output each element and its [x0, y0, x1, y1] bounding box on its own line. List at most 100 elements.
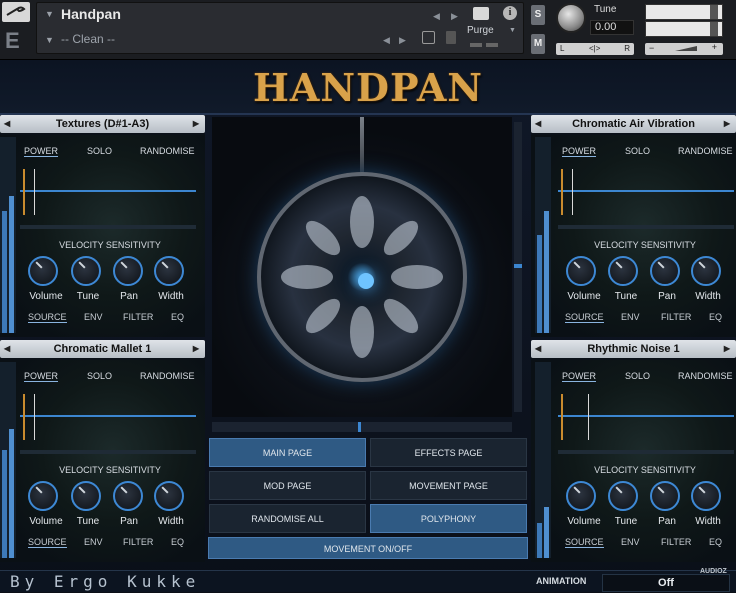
pan-knob[interactable] — [650, 481, 680, 511]
tune-knob[interactable] — [71, 481, 101, 511]
randomise-button[interactable]: RANDOMISE — [140, 371, 195, 381]
vertical-slider-thumb[interactable] — [514, 264, 522, 268]
pan-knob[interactable] — [113, 481, 143, 511]
movement-page-button[interactable]: MOVEMENT PAGE — [370, 471, 527, 500]
volume-knob[interactable] — [566, 256, 596, 286]
save-preset-icon[interactable] — [422, 31, 435, 44]
next-channel-arrow-icon[interactable]: ▶ — [193, 340, 199, 358]
width-knob[interactable] — [691, 256, 721, 286]
delete-preset-icon[interactable] — [446, 31, 456, 44]
prev-channel-arrow-icon[interactable]: ◀ — [535, 115, 541, 133]
subtab-eq[interactable]: EQ — [709, 312, 722, 322]
subtab-eq[interactable]: EQ — [171, 537, 184, 547]
randomise-button[interactable]: RANDOMISE — [678, 371, 733, 381]
subtab-source[interactable]: SOURCE — [28, 537, 67, 548]
mod-page-button[interactable]: MOD PAGE — [209, 471, 366, 500]
solo-toggle[interactable]: SOLO — [625, 371, 650, 381]
pan-slider[interactable]: L <|> R — [556, 43, 634, 55]
subtab-env[interactable]: ENV — [84, 312, 103, 322]
preset-name[interactable]: -- Clean -- — [61, 32, 115, 46]
pan-center-handle[interactable]: <|> — [589, 44, 600, 53]
preset-triangle-icon[interactable]: ▼ — [45, 35, 54, 45]
tune-knob[interactable] — [556, 3, 586, 33]
prev-preset-arrow-icon[interactable]: ◀ — [383, 35, 390, 46]
start-marker[interactable] — [23, 394, 25, 440]
solo-toggle[interactable]: SOLO — [87, 371, 112, 381]
waveform-display[interactable] — [558, 163, 734, 229]
subtab-eq[interactable]: EQ — [709, 537, 722, 547]
effects-page-button[interactable]: EFFECTS PAGE — [370, 438, 527, 467]
solo-toggle[interactable]: SOLO — [625, 146, 650, 156]
waveform-display[interactable] — [20, 163, 196, 229]
tune-knob[interactable] — [608, 481, 638, 511]
randomise-button[interactable]: RANDOMISE — [678, 146, 733, 156]
start-marker[interactable] — [561, 169, 563, 215]
next-channel-arrow-icon[interactable]: ▶ — [724, 340, 730, 358]
tune-value[interactable]: 0.00 — [590, 20, 634, 35]
tune-knob[interactable] — [71, 256, 101, 286]
wrench-tool-button[interactable] — [2, 2, 30, 22]
purge-dropdown-arrow-icon[interactable]: ▼ — [509, 27, 516, 34]
width-knob[interactable] — [691, 481, 721, 511]
subtab-filter[interactable]: FILTER — [123, 312, 153, 322]
subtab-source[interactable]: SOURCE — [28, 312, 67, 323]
power-toggle[interactable]: POWER — [562, 371, 597, 382]
randomise-all-button[interactable]: RANDOMISE ALL — [209, 504, 366, 533]
power-toggle[interactable]: POWER — [24, 146, 59, 157]
solo-toggle[interactable]: SOLO — [87, 146, 112, 156]
start-marker[interactable] — [561, 394, 563, 440]
randomise-button[interactable]: RANDOMISE — [140, 146, 195, 156]
next-preset-arrow-icon[interactable]: ▶ — [399, 35, 406, 46]
start-marker[interactable] — [23, 169, 25, 215]
pan-knob[interactable] — [113, 256, 143, 286]
pan-knob[interactable] — [650, 256, 680, 286]
volume-knob[interactable] — [28, 481, 58, 511]
subtab-env[interactable]: ENV — [84, 537, 103, 547]
mute-button[interactable]: M — [531, 34, 545, 54]
subtab-source[interactable]: SOURCE — [565, 312, 604, 323]
subtab-eq[interactable]: EQ — [171, 312, 184, 322]
playhead-marker — [572, 169, 573, 215]
collapse-triangle-icon[interactable]: ▼ — [45, 9, 54, 19]
horizontal-slider[interactable] — [212, 422, 512, 432]
vertical-slider[interactable] — [514, 122, 522, 412]
instrument-name[interactable]: Handpan — [61, 6, 121, 22]
width-knob[interactable] — [154, 256, 184, 286]
channel-header[interactable]: ◀ Rhythmic Noise 1 ▶ — [531, 340, 736, 358]
volume-knob[interactable] — [566, 481, 596, 511]
polyphony-button[interactable]: POLYPHONY — [370, 504, 527, 533]
next-channel-arrow-icon[interactable]: ▶ — [193, 115, 199, 133]
prev-channel-arrow-icon[interactable]: ◀ — [4, 115, 10, 133]
animation-dropdown[interactable]: Off — [602, 574, 730, 592]
purge-dropdown[interactable]: Purge — [467, 25, 494, 36]
info-icon[interactable]: i — [503, 6, 517, 20]
subtab-filter[interactable]: FILTER — [661, 312, 691, 322]
next-instrument-arrow-icon[interactable]: ▶ — [451, 11, 458, 22]
subtab-filter[interactable]: FILTER — [123, 537, 153, 547]
power-toggle[interactable]: POWER — [562, 146, 597, 157]
channel-header[interactable]: ◀ Chromatic Air Vibration ▶ — [531, 115, 736, 133]
volume-slider[interactable]: − + — [645, 42, 723, 55]
volume-knob[interactable] — [28, 256, 58, 286]
next-channel-arrow-icon[interactable]: ▶ — [724, 115, 730, 133]
subtab-env[interactable]: ENV — [621, 537, 640, 547]
waveform-display[interactable] — [20, 388, 196, 454]
channel-header[interactable]: ◀ Chromatic Mallet 1 ▶ — [0, 340, 205, 358]
channel-header[interactable]: ◀ Textures (D#1-A3) ▶ — [0, 115, 205, 133]
solo-button[interactable]: S — [531, 5, 545, 25]
main-page-button[interactable]: MAIN PAGE — [209, 438, 366, 467]
width-knob[interactable] — [154, 481, 184, 511]
watermark-text: AUDIOZ — [700, 568, 727, 575]
prev-channel-arrow-icon[interactable]: ◀ — [4, 340, 10, 358]
waveform-display[interactable] — [558, 388, 734, 454]
movement-toggle-button[interactable]: MOVEMENT ON/OFF — [208, 537, 528, 559]
horizontal-slider-thumb[interactable] — [358, 422, 361, 432]
subtab-env[interactable]: ENV — [621, 312, 640, 322]
tune-knob[interactable] — [608, 256, 638, 286]
prev-channel-arrow-icon[interactable]: ◀ — [535, 340, 541, 358]
prev-instrument-arrow-icon[interactable]: ◀ — [433, 11, 440, 22]
power-toggle[interactable]: POWER — [24, 371, 59, 382]
camera-snapshot-icon[interactable] — [473, 7, 489, 20]
subtab-filter[interactable]: FILTER — [661, 537, 691, 547]
subtab-source[interactable]: SOURCE — [565, 537, 604, 548]
